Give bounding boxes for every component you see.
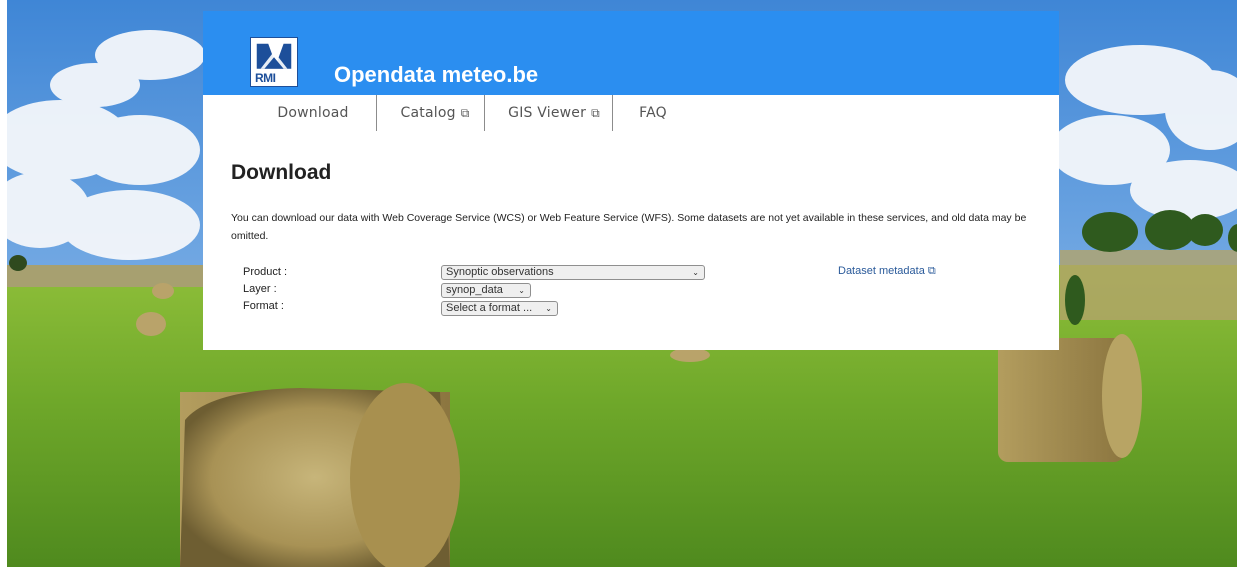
nav-download[interactable]: Download [263, 95, 363, 131]
site-title[interactable]: Opendata meteo.be [334, 62, 538, 88]
nav-catalog-label: Catalog [400, 105, 456, 121]
external-link-icon: ⧉ [591, 106, 600, 120]
main-nav: Download Catalog ⧉ GIS Viewer ⧉ FAQ [203, 95, 1059, 131]
header-banner: RMI Opendata meteo.be [203, 11, 1059, 95]
external-link-icon: ⧉ [927, 265, 936, 277]
external-link-icon: ⧉ [460, 106, 470, 120]
product-label: Product : [243, 266, 288, 278]
nav-separator [484, 95, 485, 131]
nav-faq[interactable]: FAQ [628, 95, 678, 131]
right-frame-edge [1237, 0, 1244, 567]
nav-faq-label: FAQ [639, 105, 667, 121]
format-select[interactable]: Select a format ... ⌄ [441, 301, 558, 316]
format-select-value: Select a format ... [446, 302, 533, 314]
layer-select[interactable]: synop_data ⌄ [441, 283, 531, 298]
logo-text: RMI [255, 71, 276, 85]
nav-separator [376, 95, 377, 131]
format-label: Format : [243, 300, 284, 312]
left-frame-edge [0, 0, 7, 567]
intro-text: You can download our data with Web Cover… [231, 212, 1027, 242]
nav-gis-viewer[interactable]: GIS Viewer ⧉ [495, 95, 613, 131]
layer-select-value: synop_data [446, 284, 503, 296]
chevron-down-icon: ⌄ [692, 268, 699, 277]
chevron-down-icon: ⌄ [545, 304, 552, 313]
rmi-logo[interactable]: RMI [250, 37, 298, 87]
chevron-down-icon: ⌄ [518, 286, 525, 295]
product-select[interactable]: Synoptic observations ⌄ [441, 265, 705, 280]
dataset-metadata-link[interactable]: Dataset metadata ⧉ [838, 265, 936, 278]
nav-gis-viewer-label: GIS Viewer [508, 105, 587, 121]
product-select-value: Synoptic observations [446, 266, 554, 278]
nav-separator [612, 95, 613, 131]
nav-download-label: Download [277, 105, 349, 121]
main-content-card: RMI Opendata meteo.be Download Catalog ⧉ … [203, 11, 1059, 350]
layer-label: Layer : [243, 283, 277, 295]
page-title: Download [231, 161, 332, 184]
dataset-metadata-label: Dataset metadata [838, 265, 925, 277]
nav-catalog[interactable]: Catalog ⧉ [386, 95, 484, 131]
